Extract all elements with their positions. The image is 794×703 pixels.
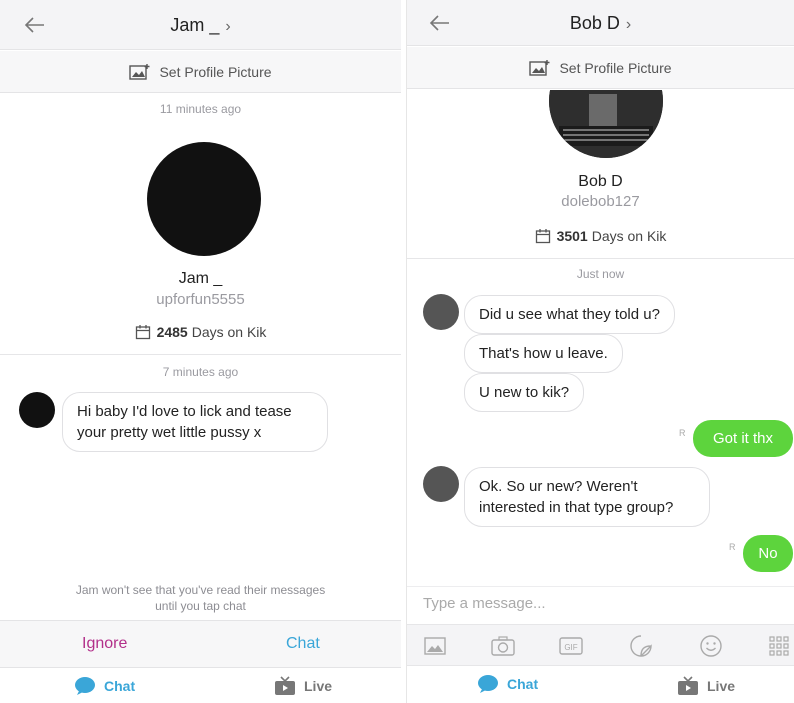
request-actions: Ignore Chat (0, 620, 401, 668)
chat-bubble-icon (75, 677, 95, 695)
profile-username: dolebob127 (561, 193, 640, 210)
tab-chat[interactable]: Chat (74, 676, 135, 696)
message-text: Did u see what they told u? (479, 306, 660, 323)
timestamp: 7 minutes ago (162, 365, 239, 379)
chat-header: Jam _ › (0, 0, 401, 50)
read-receipt-icon: R (679, 428, 686, 438)
chevron-right-icon: › (625, 16, 632, 33)
message-text: interested in that type group? (479, 499, 674, 516)
set-profile-picture-button[interactable]: Set Profile Picture (407, 47, 794, 89)
chat-button[interactable]: Chat (286, 635, 320, 653)
read-note-line: until you tap chat (155, 599, 246, 613)
chat-title[interactable]: Bob D › (407, 13, 794, 34)
tab-live[interactable]: Live (274, 676, 332, 696)
message-bubble-incoming[interactable]: Did u see what they told u? (464, 295, 675, 334)
days-on-kik: 3501 Days on Kik (407, 228, 794, 244)
live-tv-icon (275, 676, 295, 695)
apps-grid-icon[interactable] (767, 635, 791, 657)
message-text: U new to kik? (479, 384, 570, 401)
tab-live-label: Live (304, 678, 333, 694)
chevron-right-icon: › (225, 18, 231, 35)
gallery-icon[interactable] (423, 635, 447, 657)
set-profile-picture-label: Set Profile Picture (159, 63, 272, 80)
sender-avatar[interactable] (19, 392, 55, 428)
message-input[interactable] (423, 595, 763, 612)
message-composer (407, 586, 794, 624)
days-count: 2485 (156, 324, 188, 340)
message-bubble-incoming[interactable]: Hi baby I'd love to lick and tease your … (62, 392, 328, 452)
camera-icon[interactable] (491, 635, 515, 657)
message-text: No (758, 545, 778, 562)
sticker-icon[interactable] (629, 635, 653, 657)
set-profile-picture-button[interactable]: Set Profile Picture (0, 51, 401, 93)
days-on-kik: 2485 Days on Kik (0, 324, 401, 340)
left-chat-screen: Jam _ › Set Profile Picture 11 minutes ag… (0, 0, 401, 703)
days-label: Days on Kik (191, 324, 267, 340)
smiley-icon[interactable] (699, 635, 723, 657)
message-text: Got it thx (712, 430, 774, 447)
picture-icon (129, 63, 150, 80)
message-text: That's how u leave. (479, 345, 608, 362)
tab-chat[interactable]: Chat (477, 674, 538, 694)
picture-icon (529, 59, 550, 76)
message-text: Ok. So ur new? Weren't (479, 478, 638, 495)
chat-title[interactable]: Jam _ › (0, 15, 401, 36)
days-count: 3501 (556, 228, 588, 244)
set-profile-picture-label: Set Profile Picture (559, 59, 672, 76)
sender-avatar[interactable] (423, 466, 459, 502)
sender-avatar[interactable] (423, 294, 459, 330)
tab-live-label: Live (707, 678, 736, 694)
read-note-line: Jam won't see that you've read their mes… (75, 583, 326, 597)
chat-title-text: Bob D (569, 13, 620, 33)
profile-username: upforfun5555 (156, 291, 245, 308)
message-bubble-incoming[interactable]: U new to kik? (464, 373, 585, 412)
days-label: Days on Kik (591, 228, 667, 244)
media-toolbar: GIF (407, 624, 794, 666)
message-bubble-incoming[interactable]: Ok. So ur new? Weren't interested in tha… (464, 467, 710, 527)
chat-bubble-icon (478, 675, 498, 693)
profile-display-name: Jam _ (178, 270, 223, 287)
calendar-icon (135, 325, 150, 340)
ignore-button[interactable]: Ignore (82, 635, 127, 653)
calendar-icon (535, 229, 550, 244)
divider (0, 354, 401, 355)
message-text: your pretty wet little pussy x (77, 424, 262, 441)
message-bubble-outgoing[interactable]: No (743, 535, 793, 572)
message-bubble-incoming[interactable]: That's how u leave. (464, 334, 623, 373)
gif-icon[interactable]: GIF (559, 635, 583, 657)
bottom-tab-bar: Chat Live (0, 670, 401, 703)
read-receipt-icon: R (729, 542, 736, 552)
right-chat-screen: Bob D › Set Profile Picture Bob D dolebob… (406, 0, 794, 703)
tab-chat-label: Chat (507, 676, 539, 692)
bottom-tab-bar: Chat Live (407, 670, 794, 703)
tab-chat-label: Chat (104, 678, 136, 694)
divider (407, 258, 794, 259)
gif-label: GIF (564, 643, 577, 652)
timestamp: Just now (576, 267, 625, 281)
timestamp: 11 minutes ago (159, 102, 242, 116)
chat-title-text: Jam _ (170, 15, 220, 35)
profile-avatar[interactable] (147, 142, 261, 256)
read-receipt-note: Jam won't see that you've read their mes… (40, 582, 361, 614)
message-text: Hi baby I'd love to lick and tease (77, 403, 292, 420)
profile-display-name: Bob D (578, 173, 623, 190)
live-tv-icon (678, 676, 698, 695)
chat-header: Bob D › (407, 0, 794, 46)
tab-live[interactable]: Live (677, 676, 735, 696)
message-bubble-outgoing[interactable]: Got it thx (693, 420, 793, 457)
